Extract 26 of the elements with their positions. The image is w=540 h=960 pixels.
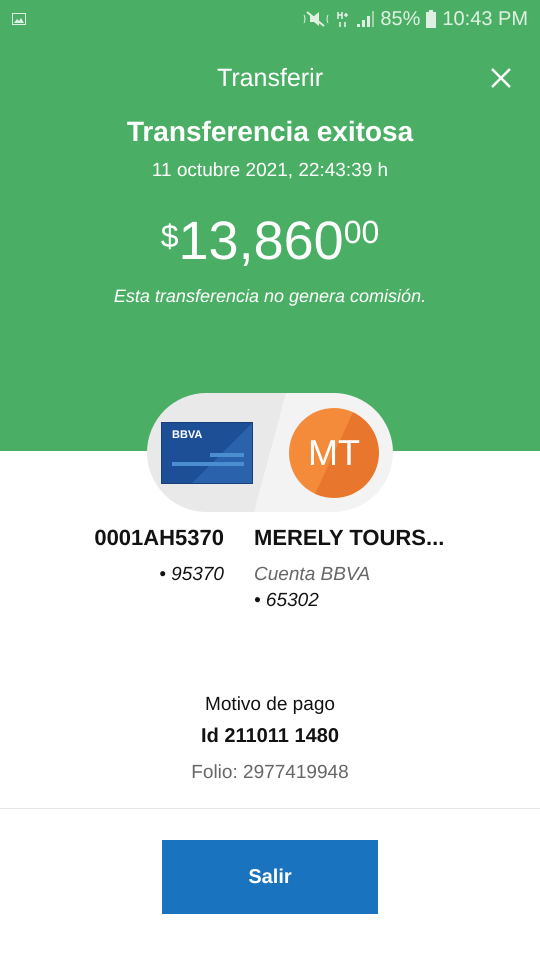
battery-percentage: 85% xyxy=(380,8,420,30)
success-heading: Transferencia exitosa xyxy=(126,116,414,148)
close-icon[interactable] xyxy=(490,67,512,89)
origin-account-name: 0001AH5370 xyxy=(94,524,224,552)
concept-label: Motivo de pago xyxy=(205,694,335,716)
signal-icon xyxy=(356,10,374,28)
amount-cents: 00 xyxy=(344,214,380,251)
folio-number: Folio: 2977419948 xyxy=(191,762,349,784)
image-icon xyxy=(12,13,26,25)
card-brand: BBVA xyxy=(172,428,202,440)
concept-value: Id 211011 1480 xyxy=(201,725,339,748)
currency-sign: $ xyxy=(160,218,179,255)
clock: 10:43 PM xyxy=(442,8,528,30)
battery-icon xyxy=(426,10,436,28)
initials-avatar: MT xyxy=(289,408,379,498)
mute-icon xyxy=(302,10,330,28)
destination-account-type: Cuenta BBVA xyxy=(254,563,372,587)
commission-note: Esta transferencia no genera comisión. xyxy=(114,286,426,307)
network-icon xyxy=(336,10,350,28)
destination-account-number: • 65302 xyxy=(254,589,320,613)
transfer-amount: 13,860 xyxy=(178,210,344,272)
exit-button[interactable]: Salir xyxy=(162,840,378,914)
screen-title: Transferir xyxy=(216,64,324,92)
destination-name: MERELY TOURS... xyxy=(254,524,446,552)
transfer-date: 11 octubre 2021, 22:43:39 h xyxy=(152,160,388,182)
origin-account-number: • 95370 xyxy=(159,563,224,587)
